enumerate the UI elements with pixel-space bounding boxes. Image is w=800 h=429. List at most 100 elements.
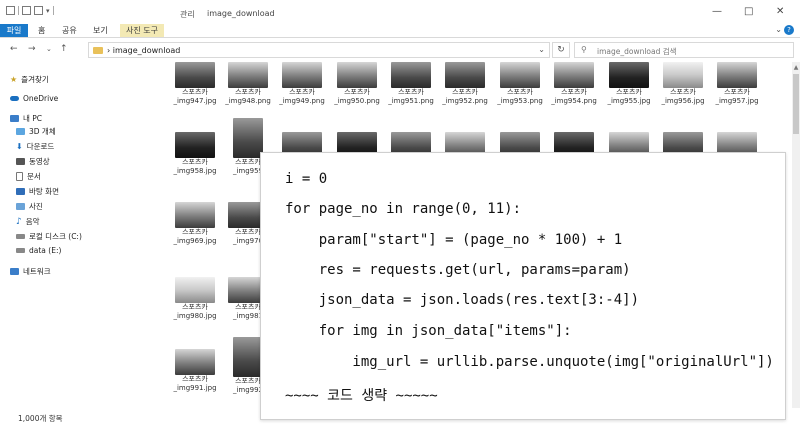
scrollbar-thumb[interactable] bbox=[793, 74, 799, 134]
sidebar-item-label: 다운로드 bbox=[26, 142, 55, 151]
folder-icon bbox=[93, 47, 103, 54]
search-input[interactable]: ⚲ image_download 검색 bbox=[574, 42, 794, 58]
refresh-button[interactable]: ↻ bbox=[552, 42, 570, 58]
tab-view[interactable]: 보기 bbox=[93, 24, 108, 37]
forward-button[interactable]: → bbox=[28, 44, 36, 54]
pc-icon bbox=[10, 115, 19, 122]
maximize-button[interactable]: □ bbox=[744, 6, 753, 17]
code-line: ~~~~ 코드 생략 ~~~~~ bbox=[285, 388, 438, 404]
tab-share[interactable]: 공유 bbox=[62, 24, 77, 37]
thumbnail-image bbox=[228, 62, 268, 88]
file-name: 스포츠카 _img953.png bbox=[497, 88, 543, 105]
file-item[interactable]: 스포츠카 _img956.jpg bbox=[660, 62, 706, 106]
file-name: 스포츠카 _img951.png bbox=[388, 88, 434, 105]
file-item[interactable]: 스포츠카 _img947.jpg bbox=[172, 62, 218, 106]
properties-icon[interactable] bbox=[22, 6, 31, 15]
file-name: 스포츠카 _img947.jpg bbox=[173, 88, 217, 105]
file-name: 스포츠카 _img991.jpg bbox=[173, 375, 217, 392]
star-icon: ★ bbox=[10, 75, 18, 84]
back-button[interactable]: ← bbox=[10, 44, 18, 54]
sidebar-item-music[interactable]: ♪ 음악 bbox=[16, 216, 40, 227]
sidebar-item-label: 문서 bbox=[27, 172, 41, 181]
sidebar-item-videos[interactable]: 동영상 bbox=[16, 156, 50, 167]
window-title: image_download bbox=[207, 9, 275, 18]
code-line: img_url = urllib.parse.unquote(img["orig… bbox=[285, 354, 774, 370]
thumbnail-image bbox=[663, 62, 703, 88]
address-path: › image_download bbox=[107, 46, 181, 55]
search-placeholder: image_download 검색 bbox=[597, 47, 677, 56]
vertical-scrollbar[interactable]: ▲ bbox=[792, 62, 800, 408]
video-icon bbox=[16, 158, 25, 165]
file-item[interactable]: 스포츠카 _img954.png bbox=[551, 62, 597, 106]
sidebar-item-label: 즐겨찾기 bbox=[21, 75, 49, 84]
file-item[interactable]: 스포츠카 _img948.png bbox=[225, 62, 271, 106]
download-icon: ⬇ bbox=[16, 142, 23, 151]
ribbon-expand-icon[interactable]: ⌄ bbox=[775, 25, 782, 34]
file-item[interactable]: 스포츠카 _img950.png bbox=[334, 62, 380, 106]
sidebar-item-documents[interactable]: 문서 bbox=[16, 171, 41, 182]
thumbnail-image bbox=[175, 62, 215, 88]
divider bbox=[18, 6, 19, 15]
sidebar-item-local-disk[interactable]: 로컬 디스크 (C:) bbox=[16, 231, 82, 242]
sidebar-item-label: 사진 bbox=[29, 202, 43, 211]
code-line: for img in json_data["items"]: bbox=[285, 323, 572, 339]
thumbnail-image bbox=[175, 202, 215, 228]
divider bbox=[52, 6, 54, 15]
sidebar-item-label: 바탕 화면 bbox=[29, 187, 59, 196]
sidebar-item-label: 네트워크 bbox=[23, 267, 51, 276]
sidebar-item-label: 내 PC bbox=[23, 114, 43, 123]
file-item[interactable]: 스포츠카 _img955.jpg bbox=[606, 62, 652, 106]
ribbon-tabs: 파일 홈 공유 보기 사진 도구 ⌄ ? bbox=[0, 22, 800, 38]
file-name: 스포츠카 _img955.jpg bbox=[607, 88, 651, 105]
sidebar-item-pictures[interactable]: 사진 bbox=[16, 201, 43, 212]
address-dropdown-icon[interactable]: ⌄ bbox=[538, 45, 545, 54]
thumbnail-image bbox=[609, 62, 649, 88]
file-name: 스포츠카 _img956.jpg bbox=[661, 88, 705, 105]
network-icon bbox=[10, 268, 19, 275]
file-item[interactable]: 스포츠카 _img949.png bbox=[279, 62, 325, 106]
scroll-up-icon[interactable]: ▲ bbox=[792, 64, 800, 71]
sidebar-item-this-pc[interactable]: 내 PC bbox=[10, 113, 42, 124]
help-icon[interactable]: ? bbox=[784, 25, 794, 35]
search-icon: ⚲ bbox=[581, 45, 587, 54]
file-item[interactable]: 스포츠카 _img991.jpg bbox=[172, 349, 218, 393]
code-snippet-overlay: i = 0 for page_no in range(0, 11): param… bbox=[260, 152, 786, 420]
sidebar-item-downloads[interactable]: ⬇ 다운로드 bbox=[16, 141, 54, 152]
file-item[interactable]: 스포츠카 _img969.jpg bbox=[172, 202, 218, 246]
sidebar-item-quick-access[interactable]: ★ 즐겨찾기 bbox=[10, 74, 49, 85]
customize-arrow-icon[interactable]: ▾ bbox=[46, 7, 50, 15]
sidebar-item-desktop[interactable]: 바탕 화면 bbox=[16, 186, 59, 197]
file-name: 스포츠카 _img954.png bbox=[551, 88, 597, 105]
thumbnail-image bbox=[554, 62, 594, 88]
music-icon: ♪ bbox=[16, 216, 22, 227]
code-line: for page_no in range(0, 11): bbox=[285, 201, 522, 217]
file-item[interactable]: 스포츠카 _img952.png bbox=[442, 62, 488, 106]
tab-home[interactable]: 홈 bbox=[38, 24, 45, 37]
close-button[interactable]: ✕ bbox=[776, 6, 784, 17]
thumbnail-image bbox=[337, 62, 377, 88]
file-item[interactable]: 스포츠카 _img951.png bbox=[388, 62, 434, 106]
cube-icon bbox=[16, 128, 25, 135]
sidebar-item-data-drive[interactable]: data (E:) bbox=[16, 246, 61, 255]
thumbnail-image bbox=[500, 62, 540, 88]
file-item[interactable]: 스포츠카 _img958.jpg bbox=[172, 132, 218, 176]
navigation-bar: ← → ⌄ ↑ › image_download ⌄ ↻ ⚲ image_dow… bbox=[0, 39, 800, 61]
tab-file[interactable]: 파일 bbox=[0, 24, 28, 37]
document-icon bbox=[16, 172, 23, 181]
file-item[interactable]: 스포츠카 _img953.png bbox=[497, 62, 543, 106]
new-folder-icon[interactable] bbox=[34, 6, 43, 15]
tab-picture-tools[interactable]: 사진 도구 bbox=[120, 24, 164, 37]
up-button[interactable]: ↑ bbox=[60, 44, 68, 54]
quick-access-icon[interactable] bbox=[6, 6, 15, 15]
minimize-button[interactable]: — bbox=[712, 6, 722, 17]
sidebar-item-network[interactable]: 네트워크 bbox=[10, 266, 51, 277]
thumbnail-image bbox=[445, 62, 485, 88]
address-bar[interactable]: › image_download ⌄ bbox=[88, 42, 550, 58]
sidebar-item-onedrive[interactable]: OneDrive bbox=[10, 94, 58, 103]
file-item[interactable]: 스포츠카 _img980.jpg bbox=[172, 277, 218, 321]
recent-locations-button[interactable]: ⌄ bbox=[46, 45, 52, 53]
file-item[interactable]: 스포츠카 _img957.jpg bbox=[714, 62, 760, 106]
thumbnail-image bbox=[175, 132, 215, 158]
file-name: 스포츠카 _img952.png bbox=[442, 88, 488, 105]
sidebar-item-3d-objects[interactable]: 3D 개체 bbox=[16, 126, 56, 137]
